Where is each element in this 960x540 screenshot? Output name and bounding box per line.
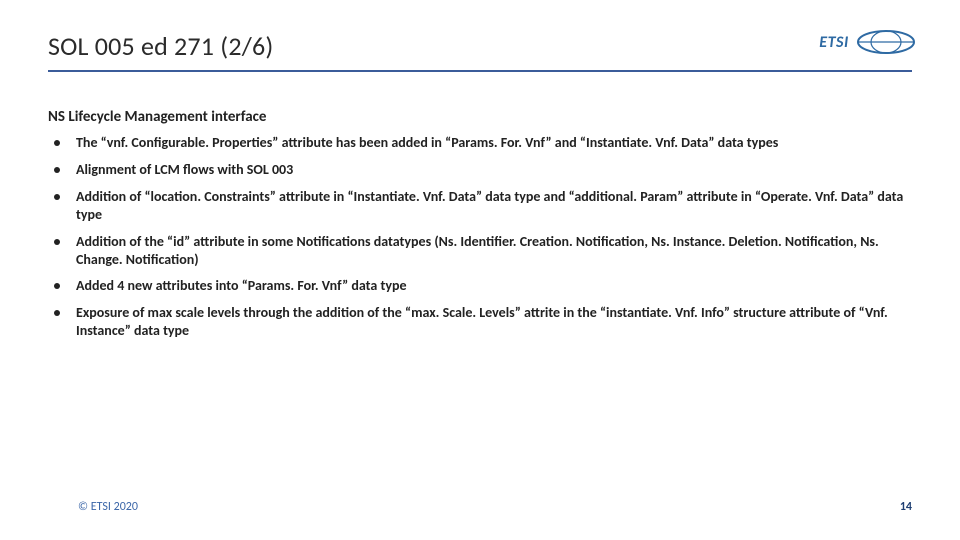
list-item: Addition of “location. Constraints” attr…	[48, 188, 912, 224]
bullet-list: The “vnf. Configurable. Properties” attr…	[48, 134, 912, 340]
section-heading: NS Lifecycle Management interface	[48, 108, 912, 126]
list-item: Added 4 new attributes into “Params. For…	[48, 277, 912, 295]
list-item: Addition of the “id” attribute in some N…	[48, 233, 912, 269]
page-title: SOL 005 ed 271 (2/6)	[48, 30, 912, 72]
page-number: 14	[900, 500, 912, 514]
list-item: Exposure of max scale levels through the…	[48, 304, 912, 340]
list-item: Alignment of LCM flows with SOL 003	[48, 161, 912, 179]
list-item: The “vnf. Configurable. Properties” attr…	[48, 134, 912, 152]
copyright: © ETSI 2020	[78, 500, 138, 514]
